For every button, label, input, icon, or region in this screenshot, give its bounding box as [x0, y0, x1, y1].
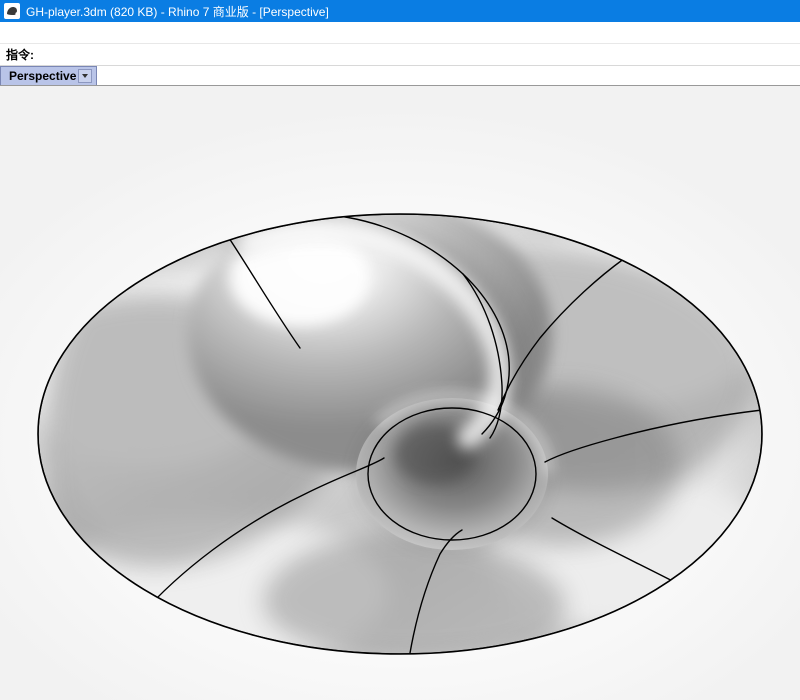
rhino-icon — [4, 3, 20, 19]
window-title: GH-player.3dm (820 KB) - Rhino 7 商业版 - [… — [26, 3, 329, 20]
command-bar: 指令: — [0, 44, 800, 66]
viewport-tab-row: Perspective — [0, 66, 800, 86]
tab-perspective[interactable]: Perspective — [0, 66, 97, 85]
menubar — [0, 22, 800, 44]
tab-label: Perspective — [9, 69, 76, 83]
command-label: 指令: — [6, 46, 34, 63]
command-input[interactable] — [38, 46, 794, 64]
chevron-down-icon[interactable] — [78, 69, 92, 83]
viewport-perspective[interactable] — [0, 86, 800, 700]
titlebar: GH-player.3dm (820 KB) - Rhino 7 商业版 - [… — [0, 0, 800, 22]
